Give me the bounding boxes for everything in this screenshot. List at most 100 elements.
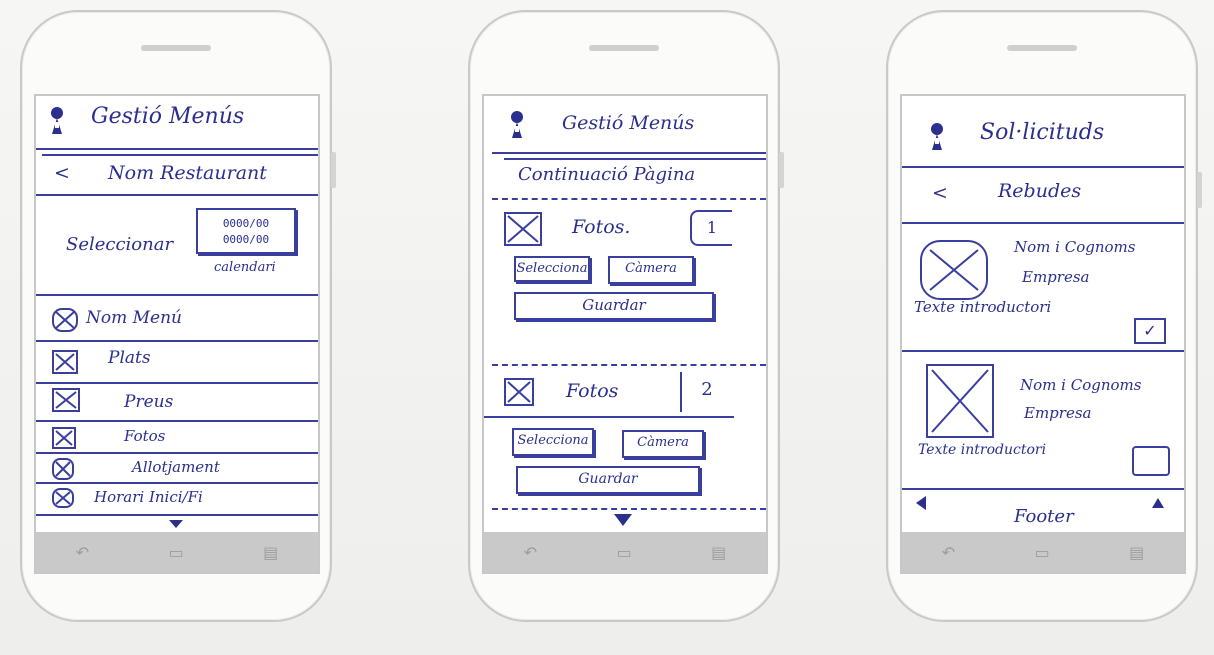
back-icon[interactable]: < [54, 162, 70, 184]
select-button[interactable]: Selecciona [512, 428, 594, 456]
back-icon[interactable]: ↶ [942, 543, 955, 562]
scroll-down-icon[interactable] [614, 514, 632, 526]
list-item[interactable]: Preus [36, 386, 318, 416]
app-title: Gestió Menús [91, 104, 245, 129]
calendar-label: calendari [214, 260, 276, 275]
scroll-down-icon[interactable] [169, 520, 183, 528]
section-divider [492, 508, 766, 510]
accept-checkbox[interactable] [1132, 446, 1170, 476]
section-number: 2 [680, 372, 732, 412]
requester-name: Nom i Cognoms [1020, 376, 1142, 394]
android-nav-bar: ↶ ▭ ▤ [900, 532, 1186, 574]
list-item-label: Fotos [124, 427, 166, 445]
image-placeholder-icon [52, 488, 74, 508]
calendar-widget[interactable]: 0000/00 0000/00 [196, 208, 296, 254]
photo-section: Fotos. 1 Selecciona Càmera Guardar [484, 202, 766, 352]
image-placeholder-icon [52, 350, 78, 374]
page-continuation: Continuació Pàgina [518, 164, 696, 185]
divider [36, 194, 318, 196]
divider [902, 488, 1184, 490]
calendar-row: 0000/00 [222, 217, 270, 230]
screen: Sol·licituds < Rebudes Nom i Cognoms Emp… [900, 94, 1186, 536]
list-item[interactable]: Allotjament [36, 456, 318, 480]
speaker-grille [1007, 45, 1077, 51]
image-placeholder-icon [52, 458, 74, 480]
divider [42, 154, 318, 156]
divider [36, 452, 318, 454]
prev-page-icon[interactable] [916, 496, 926, 510]
list-item-label: Plats [108, 348, 151, 368]
list-item-label: Preus [124, 392, 174, 412]
speaker-grille [141, 45, 211, 51]
speaker-grille [589, 45, 659, 51]
list-item[interactable]: Fotos [36, 424, 318, 450]
back-icon[interactable]: < [932, 182, 948, 204]
list-item[interactable]: Plats [36, 344, 318, 378]
list-item-label: Allotjament [132, 458, 220, 476]
home-icon[interactable]: ▭ [169, 543, 184, 562]
request-item[interactable]: Nom i Cognoms Empresa Texte introductori… [902, 226, 1184, 344]
photo-section: Fotos 2 Selecciona Càmera Guardar [484, 368, 766, 508]
section-label: Fotos [566, 380, 619, 402]
divider [902, 350, 1184, 352]
list-item[interactable]: Nom Menú [36, 300, 318, 338]
phone-mockup-menus: Gestió Menús < Nom Restaurant Selecciona… [20, 10, 336, 622]
chef-logo-icon [931, 123, 943, 150]
divider [492, 152, 766, 154]
request-item[interactable]: Nom i Cognoms Empresa Texte introductori [902, 354, 1184, 484]
side-button [331, 152, 336, 188]
request-intro-text: Texte introductori [918, 442, 1047, 458]
screen: Gestió Menús < Nom Restaurant Selecciona… [34, 94, 320, 536]
app-title: Gestió Menús [562, 112, 695, 134]
image-placeholder-icon [504, 378, 534, 406]
list-item[interactable]: Horari Inici/Fi [36, 486, 318, 510]
image-placeholder-icon [52, 427, 76, 449]
android-nav-bar: ↶ ▭ ▤ [34, 532, 320, 574]
back-icon[interactable]: ↶ [76, 543, 89, 562]
camera-button[interactable]: Càmera [608, 256, 694, 284]
recents-icon[interactable]: ▤ [711, 543, 726, 562]
divider [902, 166, 1184, 168]
chef-logo-icon [511, 111, 523, 138]
phone-mockup-requests: Sol·licituds < Rebudes Nom i Cognoms Emp… [886, 10, 1202, 622]
restaurant-name: Nom Restaurant [108, 162, 267, 184]
section-divider [492, 364, 766, 366]
divider [484, 416, 734, 418]
home-icon[interactable]: ▭ [1035, 543, 1050, 562]
requester-company: Empresa [1022, 268, 1090, 286]
save-button[interactable]: Guardar [516, 466, 700, 494]
accept-checkbox[interactable]: ✓ [1134, 318, 1166, 344]
sketch-sheet: Gestió Menús < Nom Restaurant Selecciona… [0, 0, 1214, 655]
divider [902, 222, 1184, 224]
select-label: Seleccionar [66, 234, 174, 255]
phone-mockup-photos: Gestió Menús Continuació Pàgina Fotos. 1… [468, 10, 784, 622]
back-icon[interactable]: ↶ [524, 543, 537, 562]
divider [36, 514, 318, 516]
camera-button[interactable]: Càmera [622, 430, 704, 458]
avatar-placeholder-icon [926, 364, 994, 438]
requester-company: Empresa [1024, 404, 1092, 422]
recents-icon[interactable]: ▤ [263, 543, 278, 562]
side-button [779, 152, 784, 188]
select-button[interactable]: Selecciona [514, 256, 590, 282]
divider [36, 382, 318, 384]
list-item-label: Nom Menú [86, 308, 182, 328]
android-nav-bar: ↶ ▭ ▤ [482, 532, 768, 574]
divider [36, 482, 318, 484]
save-button[interactable]: Guardar [514, 292, 714, 320]
image-placeholder-icon [52, 388, 80, 412]
divider [36, 148, 318, 150]
recents-icon[interactable]: ▤ [1129, 543, 1144, 562]
divider [36, 294, 318, 296]
footer-label: Footer [1014, 506, 1074, 527]
requester-name: Nom i Cognoms [1014, 238, 1136, 256]
home-icon[interactable]: ▭ [617, 543, 632, 562]
section-number: 1 [690, 210, 732, 246]
calendar-row: 0000/00 [222, 233, 270, 246]
image-placeholder-icon [52, 308, 78, 332]
list-item-label: Horari Inici/Fi [94, 488, 203, 506]
app-title: Sol·licituds [980, 120, 1105, 145]
screen: Gestió Menús Continuació Pàgina Fotos. 1… [482, 94, 768, 536]
section-divider [492, 198, 766, 200]
scroll-up-icon[interactable] [1152, 498, 1164, 508]
